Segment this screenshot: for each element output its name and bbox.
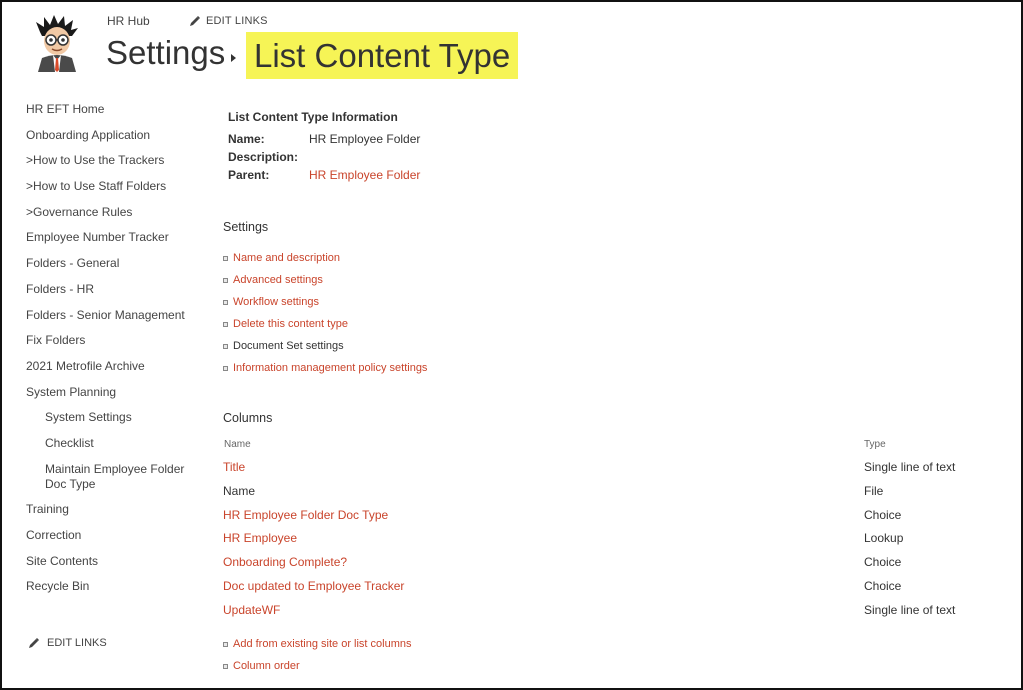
- breadcrumb-arrow-icon: [231, 54, 236, 62]
- info-parent-row: Parent: HR Employee Folder: [228, 168, 420, 182]
- info-name-row: Name: HR Employee Folder: [228, 132, 420, 146]
- column-action-link[interactable]: Add from existing site or list columns: [233, 638, 412, 650]
- page-title: List Content Type: [246, 32, 519, 79]
- nav-item[interactable]: Training: [26, 502, 196, 517]
- pencil-icon: [29, 638, 39, 648]
- settings-item: Delete this content type: [223, 318, 348, 330]
- edit-links-bottom-label: EDIT LINKS: [47, 637, 107, 649]
- settings-item-link[interactable]: Advanced settings: [233, 274, 323, 286]
- bullet-icon: [223, 255, 228, 261]
- nav-item[interactable]: 2021 Metrofile Archive: [26, 359, 196, 374]
- nav-item[interactable]: HR EFT Home: [26, 102, 196, 117]
- column-action-item: Column order: [223, 660, 300, 672]
- bullet-icon: [223, 663, 228, 669]
- nav-item[interactable]: >How to Use the Trackers: [26, 153, 196, 168]
- column-type: Lookup: [864, 531, 904, 546]
- settings-item: Name and description: [223, 252, 340, 264]
- bullet-icon: [223, 299, 228, 305]
- nav-item[interactable]: Employee Number Tracker: [26, 230, 196, 245]
- info-parent-label: Parent:: [228, 168, 270, 182]
- column-name-link[interactable]: UpdateWF: [223, 603, 280, 617]
- page-frame: HR Hub EDIT LINKS Settings List Content …: [0, 0, 1023, 690]
- nav-item[interactable]: Site Contents: [26, 554, 196, 569]
- nav-item[interactable]: Correction: [26, 528, 196, 543]
- settings-item-link[interactable]: Name and description: [233, 252, 340, 264]
- settings-item: Advanced settings: [223, 274, 323, 286]
- column-type: File: [864, 483, 884, 498]
- column-action-item: Add from existing site or list columns: [223, 638, 412, 650]
- column-name-link[interactable]: HR Employee Folder Doc Type: [223, 508, 388, 522]
- column-type: Choice: [864, 579, 902, 593]
- info-name-label: Name:: [228, 132, 265, 146]
- nav-item[interactable]: Recycle Bin: [26, 579, 196, 594]
- left-navigation: HR EFT Home Onboarding Application >How to…: [26, 102, 196, 605]
- settings-item: Workflow settings: [223, 296, 319, 308]
- info-title: List Content Type Information: [228, 110, 398, 124]
- column-type: Choice: [864, 555, 902, 570]
- bullet-icon: [223, 641, 228, 647]
- settings-item-link[interactable]: Workflow settings: [233, 296, 319, 308]
- column-name-link[interactable]: Doc updated to Employee Tracker: [223, 579, 404, 593]
- nav-item[interactable]: Fix Folders: [26, 333, 196, 348]
- site-logo-icon[interactable]: [32, 14, 82, 72]
- nav-item[interactable]: System Planning: [26, 385, 196, 400]
- edit-links-top-button[interactable]: EDIT LINKS: [189, 15, 268, 27]
- nav-item[interactable]: Folders - General: [26, 256, 196, 271]
- column-name-link[interactable]: Onboarding Complete?: [223, 555, 347, 569]
- nav-item[interactable]: Folders - Senior Management: [26, 308, 196, 323]
- info-name-value: HR Employee Folder: [309, 132, 421, 146]
- column-name-link[interactable]: Title: [223, 460, 245, 474]
- column-name-link: Name: [223, 483, 256, 498]
- bullet-icon: [223, 277, 228, 283]
- settings-item-link[interactable]: Delete this content type: [233, 318, 348, 330]
- column-type: Single line of text: [864, 460, 956, 474]
- nav-item[interactable]: Maintain Employee Folder Doc Type: [26, 462, 196, 492]
- settings-heading: Settings: [223, 220, 269, 234]
- column-action-link[interactable]: Column order: [233, 660, 300, 672]
- site-title-link[interactable]: HR Hub: [107, 14, 150, 28]
- columns-heading: Columns: [223, 411, 273, 425]
- nav-item[interactable]: Folders - HR: [26, 282, 196, 297]
- nav-item[interactable]: >Governance Rules: [26, 205, 196, 220]
- nav-item[interactable]: Onboarding Application: [26, 128, 196, 143]
- breadcrumb-settings-link[interactable]: Settings: [106, 34, 225, 72]
- column-type: Single line of text: [864, 602, 956, 617]
- edit-links-top-label: EDIT LINKS: [206, 15, 268, 27]
- info-description-row: Description:: [228, 150, 309, 164]
- settings-item-link[interactable]: Information management policy settings: [233, 362, 427, 374]
- column-name-link[interactable]: HR Employee: [223, 531, 297, 545]
- settings-item: Document Set settings: [223, 340, 344, 352]
- settings-item-link[interactable]: Document Set settings: [233, 340, 344, 352]
- bullet-icon: [223, 343, 228, 349]
- nav-item[interactable]: >How to Use Staff Folders: [26, 179, 196, 194]
- edit-links-bottom-button[interactable]: EDIT LINKS: [28, 637, 107, 649]
- bullet-icon: [223, 365, 228, 371]
- column-type: Choice: [864, 507, 902, 522]
- bullet-icon: [223, 321, 228, 327]
- nav-item[interactable]: System Settings: [26, 410, 196, 425]
- info-parent-link[interactable]: HR Employee Folder: [309, 168, 420, 182]
- nav-item[interactable]: Checklist: [26, 436, 196, 451]
- info-description-label: Description:: [228, 150, 299, 164]
- columns-header-type: Type: [864, 439, 886, 450]
- settings-item: Information management policy settings: [223, 362, 427, 374]
- pencil-icon: [190, 16, 200, 26]
- columns-header-name: Name: [224, 439, 251, 450]
